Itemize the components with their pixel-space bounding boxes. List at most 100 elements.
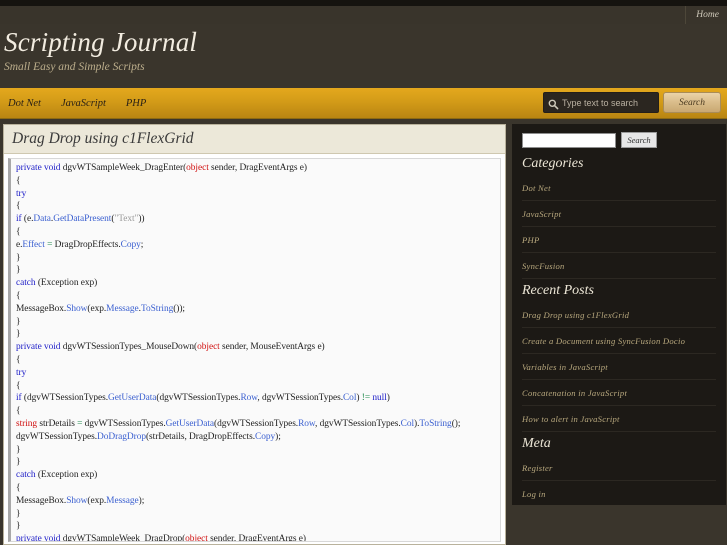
list-item: JavaScript — [522, 201, 716, 227]
sidebar-link-1-1[interactable]: Create a Document using SyncFusion Docio — [522, 336, 685, 346]
code-line: } — [16, 316, 496, 329]
code-line: } — [16, 444, 496, 457]
code-line: { — [16, 482, 496, 495]
code-token: private void — [16, 163, 63, 173]
list-item: Dot Net — [522, 175, 716, 201]
code-line: { — [16, 354, 496, 367]
sidebar-list-0: Dot Net JavaScript PHP SyncFusion — [522, 175, 716, 279]
code-token: } — [16, 521, 21, 532]
code-token: (); — [451, 418, 461, 429]
code-line: string strDetails = dgvWTSessionTypes.Ge… — [16, 418, 496, 431]
sidebar-link-1-0[interactable]: Drag Drop using c1FlexGrid — [522, 310, 629, 320]
code-token: ); — [138, 495, 145, 506]
code-token: dgvWTSessionTypes_MouseDown( — [62, 342, 198, 353]
main-nav-item-2[interactable]: PHP — [126, 98, 146, 109]
code-line: if (dgvWTSessionTypes.GetUserData(dgvWTS… — [16, 392, 496, 405]
sidebar-link-1-4[interactable]: How to alert in JavaScript — [522, 414, 620, 424]
sidebar-search-button[interactable]: Search — [621, 132, 657, 148]
sidebar-link-0-0[interactable]: Dot Net — [522, 183, 551, 193]
top-nav-home-link[interactable]: Home — [686, 6, 727, 24]
code-token: } — [16, 329, 21, 340]
code-line: MessageBox.Show(exp.Message.ToString()); — [16, 303, 496, 316]
code-token: dgvWTSampleWeek_DragEnter( — [62, 163, 187, 173]
code-line: } — [16, 520, 496, 533]
code-token: Message — [106, 495, 139, 506]
code-token: sender, DragEventArgs e) — [207, 534, 306, 542]
code-token: "Text" — [114, 214, 139, 225]
code-token: , dgvWTSessionTypes. — [257, 393, 343, 404]
code-line: } — [16, 456, 496, 469]
code-token: { — [16, 354, 21, 365]
site-title[interactable]: Scripting Journal — [4, 27, 197, 58]
code-token: null — [372, 393, 387, 404]
code-token: Data — [33, 214, 51, 225]
code-token: { — [16, 380, 21, 391]
sidebar-link-1-3[interactable]: Concatenation in JavaScript — [522, 388, 627, 398]
sidebar-list-2: RegisterLog inEntries RSSComments RSSWor… — [522, 455, 716, 505]
code-token: { — [16, 201, 21, 212]
code-line: catch (Exception exp) — [16, 469, 496, 482]
code-token: GetUserData — [108, 393, 157, 404]
header-search-input[interactable]: Type text to search — [543, 92, 659, 113]
code-line: catch (Exception exp) — [16, 277, 496, 290]
sidebar-heading-recent-posts: Recent Posts — [522, 283, 594, 298]
code-token: { — [16, 290, 21, 301]
code-token: ; — [140, 239, 144, 250]
code-token: object — [185, 534, 208, 542]
sidebar-link-0-2[interactable]: PHP — [522, 235, 539, 245]
code-token: (Exception exp) — [35, 278, 98, 289]
code-token: ); — [275, 431, 281, 442]
sidebar-link-1-2[interactable]: Variables in JavaScript — [522, 362, 608, 372]
code-token: sender, MouseEventArgs e) — [219, 342, 325, 353]
post-title[interactable]: Drag Drop using c1FlexGrid — [12, 130, 194, 148]
code-line: { — [16, 226, 496, 239]
code-block: private void dgvWTSampleWeek_DragEnter(o… — [8, 158, 501, 542]
code-token: dgvWTSampleWeek_DragDrop( — [62, 534, 186, 542]
code-token: try — [16, 188, 27, 199]
header-search-button[interactable]: Search — [663, 92, 721, 113]
sidebar-search-form: Search — [522, 132, 716, 148]
code-token: dgvWTSessionTypes. — [16, 431, 97, 442]
code-token: Show — [66, 495, 88, 506]
code-token: MessageBox. — [16, 303, 67, 314]
list-item: Log in — [522, 481, 716, 505]
sidebar: Search Categories Dot Net JavaScript PHP Syn… — [512, 124, 726, 505]
code-line: { — [16, 405, 496, 418]
top-nav-links: Home — [685, 6, 727, 24]
code-token: )) — [138, 214, 145, 225]
sidebar-link-2-1[interactable]: Log in — [522, 489, 546, 499]
main-nav-item-1[interactable]: JavaScript — [61, 98, 106, 109]
header-search-area: Type text to search Search — [543, 92, 721, 113]
code-token: string — [16, 418, 38, 429]
code-line: { — [16, 200, 496, 213]
code-token: { — [16, 226, 21, 237]
main-nav-item-0[interactable]: Dot Net — [8, 98, 41, 109]
sidebar-link-0-3[interactable]: SyncFusion — [522, 261, 565, 271]
code-line: try — [16, 188, 496, 201]
code-token: dgvWTSessionTypes. — [82, 418, 166, 429]
code-token: object — [197, 342, 220, 353]
code-token: object — [186, 163, 209, 173]
code-token: ToString — [419, 418, 452, 429]
code-token: } — [16, 444, 21, 455]
masthead: Scripting Journal Small Easy and Simple … — [0, 24, 727, 88]
code-token: DoDragDrop — [97, 431, 146, 442]
code-token: sender, DragEventArgs e) — [208, 163, 307, 173]
code-token: { — [16, 406, 21, 417]
code-token: GetUserData — [165, 418, 215, 429]
sidebar-link-2-0[interactable]: Register — [522, 463, 553, 473]
page-root: Home Scripting Journal Small Easy and Si… — [0, 0, 727, 545]
code-token: MessageBox. — [16, 495, 67, 506]
sidebar-link-0-1[interactable]: JavaScript — [522, 209, 561, 219]
sidebar-list-1: Drag Drop using c1FlexGrid Create a Docum… — [522, 302, 716, 432]
code-token: Copy — [120, 239, 141, 250]
sidebar-search-input[interactable] — [522, 132, 616, 148]
code-token: , dgvWTSessionTypes. — [315, 418, 401, 429]
list-item: Concatenation in JavaScript — [522, 380, 716, 406]
code-line: e.Effect = DragDropEffects.Copy; — [16, 239, 496, 252]
code-token: private void — [16, 342, 63, 353]
code-token: != — [361, 393, 371, 404]
list-item: Variables in JavaScript — [522, 354, 716, 380]
code-token: ()); — [173, 303, 185, 314]
code-token: DragDropEffects. — [52, 239, 121, 250]
